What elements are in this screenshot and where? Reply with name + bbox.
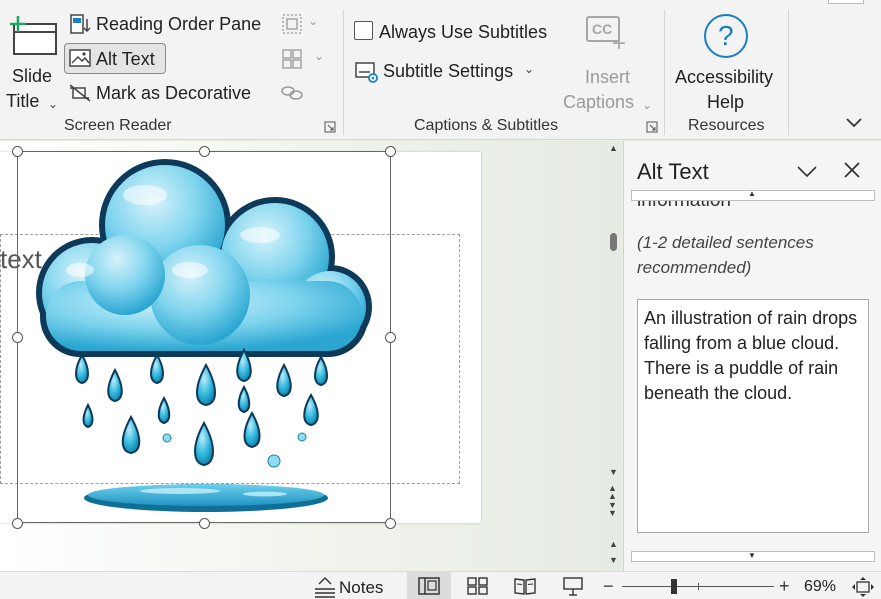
close-icon[interactable]: [843, 161, 861, 179]
resources-group-label: Resources: [688, 117, 765, 134]
reading-view-icon: [514, 578, 536, 595]
reading-order-icon: [70, 14, 91, 34]
fit-to-window-icon[interactable]: [851, 576, 875, 598]
slide-show-button[interactable]: [551, 572, 595, 599]
status-bar: Notes − + 69%: [0, 571, 881, 599]
mark-as-decorative-label: Mark as Decorative: [96, 83, 252, 103]
dialog-launcher-icon[interactable]: [324, 121, 336, 133]
zoom-slider-center-tick: [698, 583, 699, 590]
always-use-subtitles-label: Always Use Subtitles: [379, 22, 548, 42]
group-objects-icon: [282, 14, 302, 34]
subtitle-settings-button[interactable]: Subtitle Settings ⌄: [352, 56, 542, 86]
cc-icon-text: CC: [592, 21, 613, 37]
accessibility-help-button[interactable]: ? Accessibility Help: [670, 10, 782, 116]
insert-captions-button[interactable]: CC + Insert Captions ⌄: [560, 12, 656, 116]
help-icon: ?: [704, 14, 748, 58]
ribbon: Slide Title ⌄ Reading Order Pane Alt Tex…: [0, 0, 881, 140]
reading-view-button[interactable]: [503, 572, 547, 599]
group-objects-button[interactable]: ⌄: [278, 12, 324, 38]
accessibility-help-label-line2: Help: [707, 92, 745, 112]
resize-handle[interactable]: [12, 332, 23, 343]
zoom-percent[interactable]: 69%: [804, 578, 836, 596]
alt-text-label: Alt Text: [96, 49, 155, 69]
resize-handle[interactable]: [385, 518, 396, 529]
zoom-slider[interactable]: [622, 579, 774, 594]
resize-handle[interactable]: [12, 518, 23, 529]
help-icon-glyph: ?: [718, 20, 734, 51]
scroll-down-arrow-icon: ▼: [748, 551, 756, 560]
next-slide-icon[interactable]: ▼ ▼: [608, 501, 617, 518]
canvas-scrollbar[interactable]: ▲ ▼ ▲ ▲ ▼ ▼ ▲ ▼: [604, 141, 622, 571]
zoom-slider-thumb[interactable]: [671, 579, 677, 594]
link-icon: [281, 86, 303, 100]
resize-handle[interactable]: [385, 332, 396, 343]
pane-scroll-down[interactable]: ▼: [631, 551, 875, 562]
align-objects-icon: [282, 49, 302, 69]
scroll-up-arrow-icon[interactable]: ▲: [609, 539, 618, 549]
pane-options-chevron-icon[interactable]: [796, 165, 818, 179]
resize-handle[interactable]: [199, 146, 210, 157]
alt-text-pane: Alt Text information (1-2 detailed sente…: [623, 141, 881, 571]
insert-captions-label-line1: Insert: [585, 67, 631, 87]
pane-content: information (1-2 detailed sentences reco…: [632, 187, 874, 553]
resize-handle[interactable]: [385, 146, 396, 157]
slide-sorter-button[interactable]: [455, 572, 499, 599]
scroll-down-arrow-icon[interactable]: ▼: [609, 467, 618, 477]
previous-slide-icon[interactable]: ▲ ▲: [608, 484, 617, 501]
scroll-thumb[interactable]: [610, 233, 617, 251]
dialog-launcher-icon[interactable]: [646, 121, 658, 133]
alt-text-icon: [69, 49, 91, 67]
pane-scroll-up[interactable]: ▲: [631, 189, 875, 201]
scroll-up-arrow-icon[interactable]: ▲: [609, 143, 618, 153]
slide-sorter-icon: [467, 577, 488, 595]
mark-as-decorative-button[interactable]: Mark as Decorative: [66, 79, 266, 109]
zoom-out-button[interactable]: −: [603, 576, 614, 597]
slide-title-icon: [10, 16, 57, 55]
normal-view-icon: [418, 577, 440, 595]
cc-icon: CC +: [586, 16, 626, 57]
resize-handle[interactable]: [199, 518, 210, 529]
subtitle-settings-label: Subtitle Settings: [383, 61, 514, 81]
align-objects-button[interactable]: ⌄: [278, 46, 328, 72]
insert-captions-label-line2: Captions: [563, 92, 635, 112]
window-edge: [828, 0, 864, 4]
scroll-down-arrow-icon[interactable]: ▼: [609, 555, 618, 565]
selection-frame: [17, 151, 391, 523]
slide-show-icon: [563, 577, 583, 596]
chevron-down-icon: ⌄: [524, 62, 535, 76]
alt-text-description-field[interactable]: [637, 299, 869, 533]
reading-order-pane-label: Reading Order Pane: [96, 14, 262, 34]
chevron-down-icon: ⌄: [308, 14, 319, 28]
decorative-icon: [69, 84, 91, 102]
normal-view-button[interactable]: [407, 572, 451, 599]
always-use-subtitles-checkbox[interactable]: Always Use Subtitles: [352, 18, 556, 46]
ribbon-separator: [788, 10, 789, 135]
slide-title-label-line2: Title: [6, 91, 40, 111]
pane-title: Alt Text: [637, 159, 709, 184]
subtitle-settings-icon: [355, 62, 378, 83]
zoom-in-button[interactable]: +: [779, 576, 790, 597]
ribbon-separator: [664, 10, 665, 135]
scroll-up-arrow-icon: ▲: [748, 189, 756, 198]
slide-title-label-line1: Slide: [12, 66, 53, 86]
chevron-down-icon: ⌄: [314, 49, 325, 63]
ribbon-separator: [343, 10, 344, 135]
link-objects-button[interactable]: [278, 80, 308, 106]
chevron-down-icon: ⌄: [642, 98, 653, 112]
resize-handle[interactable]: [12, 146, 23, 157]
notes-icon: [315, 577, 335, 598]
notes-button[interactable]: Notes: [313, 572, 387, 599]
captions-group-label: Captions & Subtitles: [414, 117, 559, 134]
slide-title-button[interactable]: Slide Title ⌄: [4, 10, 60, 118]
chevron-down-icon: ⌄: [48, 97, 59, 111]
checkbox-box: [354, 21, 373, 40]
reading-order-pane-button[interactable]: Reading Order Pane: [66, 10, 268, 40]
notes-label: Notes: [339, 578, 384, 597]
alt-text-button[interactable]: Alt Text: [64, 43, 166, 74]
plus-icon: +: [612, 30, 627, 57]
accessibility-help-label-line1: Accessibility: [675, 67, 774, 87]
hint-text: (1-2 detailed sentences recommended): [637, 233, 814, 277]
screen-reader-group-label: Screen Reader: [64, 117, 172, 134]
collapse-ribbon-icon[interactable]: [845, 116, 863, 128]
